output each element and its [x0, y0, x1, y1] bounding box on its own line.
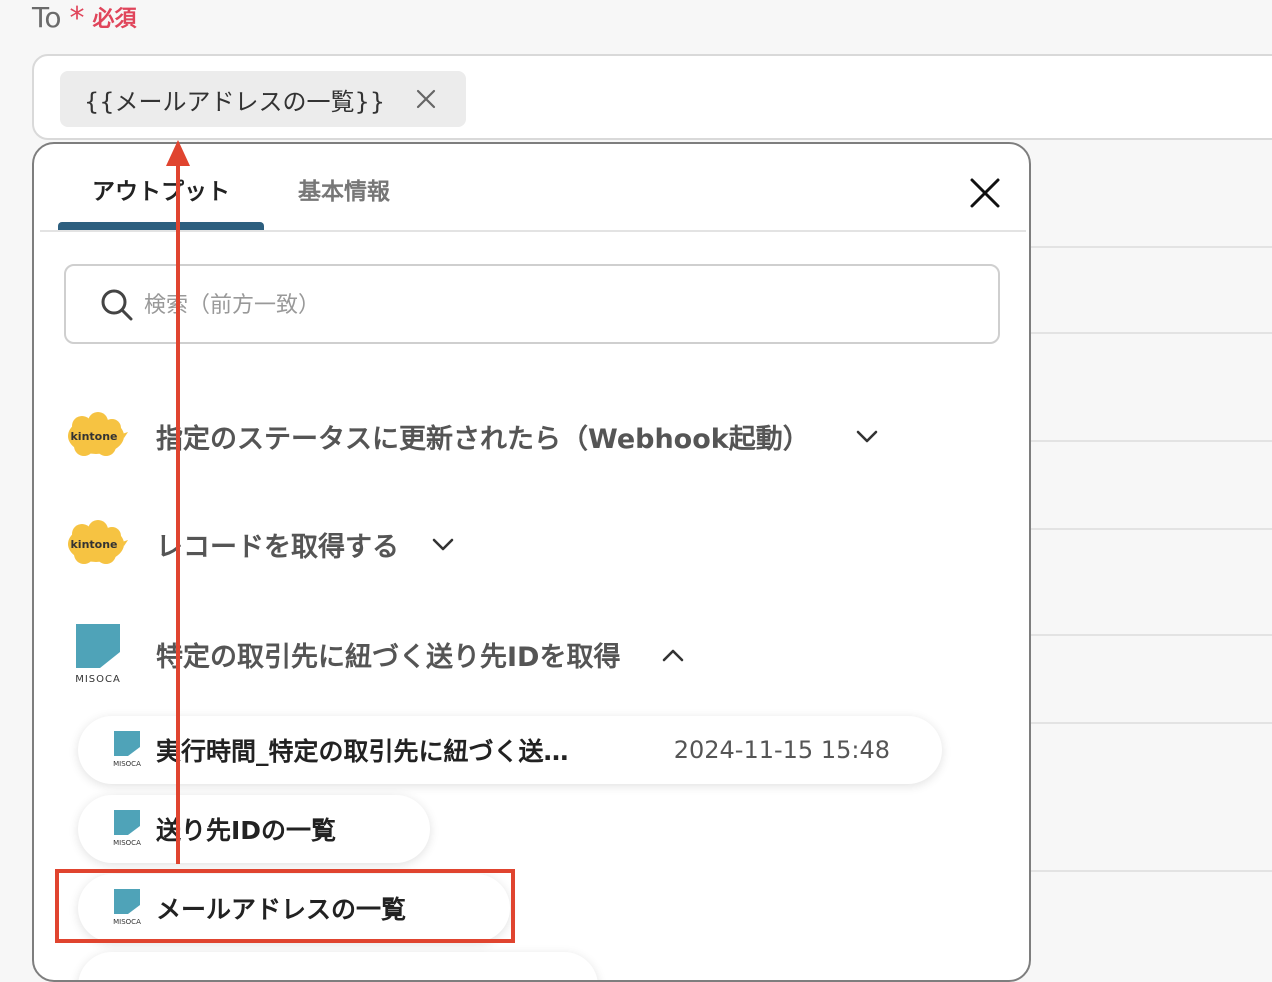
- chip-remove-icon[interactable]: [414, 87, 438, 111]
- group-title: 特定の取引先に紐づく送り先IDを取得: [156, 641, 621, 673]
- required-asterisk: *: [69, 1, 85, 36]
- annotation-arrow-head: [166, 140, 190, 166]
- tabs-divider: [40, 230, 1026, 232]
- output-item-execution-time[interactable]: MISOCA 実行時間_特定の取引先に紐づく送… 2024-11-15 15:4…: [78, 716, 942, 784]
- to-field-label: To * 必須: [32, 0, 137, 34]
- group-title: レコードを取得する: [156, 531, 399, 563]
- highlight-box: [55, 869, 515, 943]
- search-box[interactable]: [64, 264, 1000, 344]
- item-title: 実行時間_特定の取引先に紐づく送…: [156, 737, 569, 766]
- variable-chip[interactable]: {{メールアドレスの一覧}}: [60, 71, 466, 127]
- svg-text:MISOCA: MISOCA: [113, 839, 141, 847]
- group-misoca-get-destinations[interactable]: MISOCA 特定の取引先に紐づく送り先IDを取得: [34, 622, 734, 686]
- chip-text: {{メールアドレスの一覧}}: [84, 87, 386, 116]
- tab-output[interactable]: アウトプット: [92, 172, 230, 206]
- svg-text:kintone: kintone: [70, 430, 117, 443]
- close-icon[interactable]: [968, 176, 1002, 210]
- group-kintone-get-record[interactable]: kintone レコードを取得する: [34, 514, 494, 574]
- output-item-partial[interactable]: [78, 952, 598, 980]
- group-kintone-webhook[interactable]: kintone 指定のステータスに更新されたら（Webhook起動）: [34, 406, 934, 466]
- search-input[interactable]: [142, 284, 966, 326]
- misoca-logo-icon: MISOCA: [75, 624, 121, 685]
- item-title: 送り先IDの一覧: [156, 816, 337, 845]
- tab-basic-info[interactable]: 基本情報: [298, 172, 390, 206]
- svg-text:kintone: kintone: [70, 538, 117, 551]
- output-picker-panel: アウトプット 基本情報 kintone 指定のステータスに更新されたら（Webh…: [32, 142, 1031, 982]
- kintone-logo-icon: kintone: [68, 520, 128, 564]
- kintone-logo-icon: kintone: [68, 412, 128, 456]
- annotation-arrow-line: [176, 162, 180, 864]
- output-item-destination-ids[interactable]: MISOCA 送り先IDの一覧: [78, 795, 430, 863]
- chevron-down-icon[interactable]: [432, 538, 454, 552]
- svg-text:MISOCA: MISOCA: [75, 674, 121, 685]
- chevron-up-icon[interactable]: [662, 648, 684, 662]
- misoca-logo-icon: MISOCA: [113, 810, 141, 847]
- chevron-down-icon[interactable]: [856, 430, 878, 444]
- required-text: 必須: [92, 7, 137, 32]
- active-tab-indicator: [58, 222, 264, 230]
- to-label: To: [32, 0, 62, 34]
- item-value: 2024-11-15 15:48: [673, 736, 890, 764]
- misoca-logo-icon: MISOCA: [113, 731, 141, 768]
- search-icon: [101, 289, 133, 321]
- svg-text:MISOCA: MISOCA: [113, 760, 141, 768]
- to-input[interactable]: {{メールアドレスの一覧}}: [32, 54, 1272, 140]
- group-title: 指定のステータスに更新されたら（Webhook起動）: [156, 423, 810, 455]
